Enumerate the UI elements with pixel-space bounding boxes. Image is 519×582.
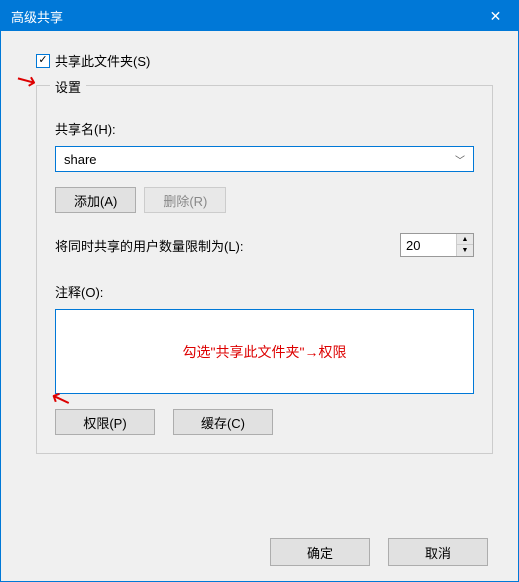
share-name-value: share (64, 152, 455, 167)
permissions-button[interactable]: 权限(P) (55, 409, 155, 435)
ok-button[interactable]: 确定 (270, 538, 370, 566)
share-folder-label: 共享此文件夹(S) (55, 51, 150, 70)
fieldset-bottom-buttons: 权限(P) 缓存(C) (55, 409, 474, 435)
window-title: 高级共享 (11, 7, 63, 26)
remove-button: 删除(R) (144, 187, 226, 213)
share-folder-checkbox-row[interactable]: 共享此文件夹(S) (36, 51, 493, 70)
user-limit-spinner[interactable]: ▲ ▼ (400, 233, 474, 257)
settings-legend: 设置 (50, 77, 86, 96)
comment-label: 注释(O): (55, 282, 474, 301)
user-limit-input[interactable] (401, 238, 456, 253)
chevron-down-icon: ﹀ (455, 152, 465, 167)
user-limit-row: 将同时共享的用户数量限制为(L): ▲ ▼ (55, 233, 474, 257)
cache-button[interactable]: 缓存(C) (173, 409, 273, 435)
spinner-down-button[interactable]: ▼ (457, 245, 473, 256)
share-name-label: 共享名(H): (55, 119, 474, 138)
dialog-footer-buttons: 确定 取消 (270, 538, 488, 566)
titlebar: 高级共享 ✕ (1, 1, 518, 31)
advanced-sharing-dialog: 高级共享 ✕ ↘ 共享此文件夹(S) 设置 共享名(H): share ﹀ 添加… (0, 0, 519, 582)
close-button[interactable]: ✕ (473, 1, 518, 31)
share-name-dropdown[interactable]: share ﹀ (55, 146, 474, 172)
annotation-text: 勾选"共享此文件夹"→权限 (183, 342, 347, 362)
spinner-up-button[interactable]: ▲ (457, 234, 473, 245)
comment-textarea[interactable]: 勾选"共享此文件夹"→权限 (55, 309, 474, 394)
user-limit-label: 将同时共享的用户数量限制为(L): (55, 236, 244, 255)
cancel-button[interactable]: 取消 (388, 538, 488, 566)
share-name-buttons: 添加(A) 删除(R) (55, 187, 474, 213)
add-button[interactable]: 添加(A) (55, 187, 136, 213)
dialog-content: ↘ 共享此文件夹(S) 设置 共享名(H): share ﹀ 添加(A) 删除(… (1, 31, 518, 474)
close-icon: ✕ (490, 8, 502, 25)
share-folder-checkbox[interactable] (36, 54, 50, 68)
settings-fieldset: 设置 共享名(H): share ﹀ 添加(A) 删除(R) 将同时共享的用户数… (36, 85, 493, 454)
spinner-buttons: ▲ ▼ (456, 234, 473, 256)
